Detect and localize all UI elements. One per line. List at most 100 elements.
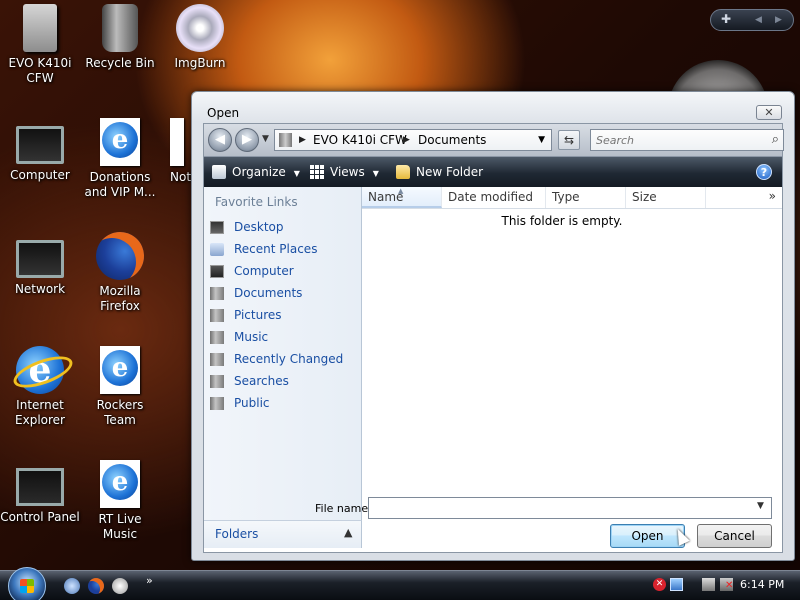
searches-folder-icon <box>210 375 224 388</box>
desktop-icon-firefox[interactable]: Mozilla Firefox <box>80 232 160 314</box>
next-icon[interactable]: ▶ <box>775 15 782 25</box>
organize-button[interactable]: Organize ▼ <box>212 157 300 187</box>
firefox-icon[interactable] <box>88 578 104 594</box>
new-folder-button[interactable]: New Folder <box>396 157 483 187</box>
network-disconnected-icon[interactable] <box>702 578 715 591</box>
music-folder-icon <box>210 331 224 344</box>
nav-link-pictures[interactable]: Pictures <box>210 305 360 325</box>
folder-icon <box>279 133 292 147</box>
cancel-button[interactable]: Cancel <box>697 524 772 548</box>
forward-button[interactable]: ▶ <box>235 128 259 152</box>
computer-icon <box>210 265 224 278</box>
desktop-icon-rt-live-music[interactable]: e RT Live Music <box>80 460 160 542</box>
help-button[interactable]: ? <box>756 164 772 180</box>
ie-shortcut-icon: e <box>100 460 140 508</box>
desktop-icon-internet-explorer[interactable]: e Internet Explorer <box>0 346 80 428</box>
chevron-down-icon: ▼ <box>293 169 300 178</box>
recent-pages-dropdown[interactable]: ▼ <box>262 134 269 144</box>
add-gadget-icon[interactable]: ✚ <box>721 12 731 26</box>
nav-link-searches[interactable]: Searches <box>210 371 360 391</box>
folders-toggle[interactable]: Folders ▲ <box>204 520 362 548</box>
desktop-icon-recycle-bin[interactable]: Recycle Bin <box>80 4 160 71</box>
search-box[interactable]: ⌕ <box>590 129 784 151</box>
taskbar-clock[interactable]: 6:14 PM <box>740 578 784 591</box>
volume-muted-icon[interactable] <box>720 578 733 591</box>
desktop-icon-label: Network <box>14 282 66 296</box>
search-icon[interactable]: ⌕ <box>772 132 779 147</box>
command-toolbar: Organize ▼ Views ▼ New Folder ? <box>204 157 782 187</box>
refresh-button[interactable]: ⇆ <box>558 130 580 150</box>
file-name-input[interactable] <box>368 497 772 519</box>
start-button[interactable] <box>8 567 46 600</box>
open-dialog: Open ✕ ◀ ▶ ▼ ▶ EVO K410i CFW ▶ Documents… <box>191 91 795 561</box>
nav-link-public[interactable]: Public <box>210 393 360 413</box>
nav-link-documents[interactable]: Documents <box>210 283 360 303</box>
network-icon <box>16 240 64 278</box>
quick-launch-more-icon[interactable]: » <box>146 574 153 587</box>
search-input[interactable] <box>591 130 761 150</box>
recycle-bin-icon <box>102 4 138 52</box>
show-desktop-icon[interactable] <box>64 578 80 594</box>
dialog-title: Open <box>207 106 240 120</box>
nav-link-music[interactable]: Music <box>210 327 360 347</box>
address-bar[interactable]: ▶ EVO K410i CFW ▶ Documents ▼ <box>274 129 552 151</box>
breadcrumb-item-documents[interactable]: Documents <box>418 130 486 150</box>
nav-link-desktop[interactable]: Desktop <box>210 217 360 237</box>
nav-link-label: Pictures <box>234 308 282 322</box>
disc-icon[interactable] <box>112 578 128 594</box>
close-button[interactable]: ✕ <box>756 105 782 120</box>
nav-link-label: Desktop <box>234 220 284 234</box>
arrow-left-icon: ◀ <box>215 132 225 147</box>
desktop-icon <box>210 221 224 234</box>
organize-icon <box>212 165 226 179</box>
chevron-down-icon[interactable]: ▼ <box>538 130 545 150</box>
desktop-icon-donations[interactable]: e Donations and VIP M... <box>80 118 160 200</box>
taskbar: » ✕ 6:14 PM <box>0 567 800 600</box>
desktop-icon-computer[interactable]: Computer <box>0 118 80 183</box>
breadcrumb-separator-icon[interactable]: ▶ <box>403 130 410 150</box>
desktop-icon-control-panel[interactable]: Control Panel <box>0 460 80 525</box>
nav-link-label: Public <box>234 396 270 410</box>
views-label: Views <box>330 165 365 179</box>
desktop-icon-imgburn[interactable]: ImgBurn <box>160 4 240 71</box>
views-button[interactable]: Views ▼ <box>310 157 379 187</box>
ie-shortcut-icon: e <box>100 346 140 394</box>
desktop-icon-network[interactable]: Network <box>0 232 80 297</box>
desktop-icon-rockers-team[interactable]: e Rockers Team <box>80 346 160 428</box>
file-list[interactable]: ▲ Name Date modified Type Size » This fo… <box>362 187 782 548</box>
new-folder-icon <box>396 165 410 179</box>
breadcrumb-item-evo[interactable]: EVO K410i CFW <box>313 130 407 150</box>
previous-icon[interactable]: ◀ <box>755 15 762 25</box>
organize-label: Organize <box>232 165 286 179</box>
desktop-icon-label: RT Live Music <box>98 512 142 541</box>
chevron-down-icon[interactable]: ▼ <box>757 501 764 511</box>
column-header-type[interactable]: Type <box>546 187 626 208</box>
nav-link-label: Documents <box>234 286 303 300</box>
nav-link-computer[interactable]: Computer <box>210 261 360 281</box>
ie-shortcut-icon: e <box>100 118 140 166</box>
chevron-down-icon: ▼ <box>372 169 379 178</box>
column-header-size[interactable]: Size <box>626 187 706 208</box>
nav-link-recently-changed[interactable]: Recently Changed <box>210 349 360 369</box>
sidebar-gadget-controls[interactable]: ✚ ◀ ▶ <box>710 9 794 31</box>
desktop-icon-label: Control Panel <box>0 510 80 524</box>
desktop-icon-evo[interactable]: EVO K410i CFW <box>0 4 80 86</box>
breadcrumb-separator-icon[interactable]: ▶ <box>299 130 306 150</box>
file-name-label: File name: <box>315 502 372 515</box>
back-button[interactable]: ◀ <box>208 128 232 152</box>
documents-folder-icon <box>210 287 224 300</box>
security-alert-icon[interactable]: ✕ <box>653 578 666 591</box>
column-header-date-modified[interactable]: Date modified <box>442 187 546 208</box>
desktop-icon-label: Donations and VIP M... <box>84 170 156 199</box>
nav-link-recent-places[interactable]: Recent Places <box>210 239 360 259</box>
nav-link-label: Recent Places <box>234 242 318 256</box>
nav-link-label: Recently Changed <box>234 352 344 366</box>
disc-burn-icon <box>176 4 224 52</box>
dialog-titlebar[interactable]: Open ✕ <box>192 92 794 124</box>
column-header-name[interactable]: ▲ Name <box>362 187 442 208</box>
navigation-pane: Favorite Links Desktop Recent Places Com… <box>204 187 362 520</box>
more-columns-icon[interactable]: » <box>769 189 776 203</box>
computer-icon <box>16 126 64 164</box>
public-folder-icon <box>210 397 224 410</box>
network-status-icon[interactable] <box>670 578 683 591</box>
